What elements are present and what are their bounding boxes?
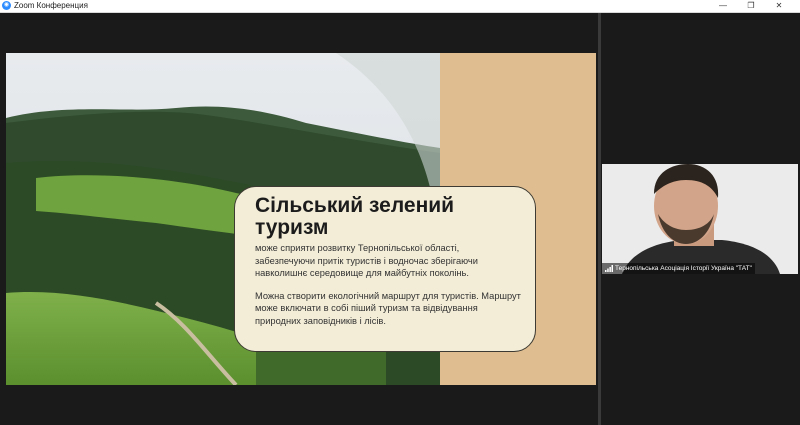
slide-title: Сільський зелений туризм (255, 194, 455, 239)
participant-name: Тернопільська Асоціація Історії Україна … (615, 265, 752, 272)
window-title: Zoom Конференция (14, 1, 88, 10)
shared-slide: Сільський зелений туризм може сприяти ро… (6, 53, 596, 385)
signal-bars-icon (605, 264, 613, 272)
participant-video (602, 164, 798, 274)
participant-video-tile[interactable]: Тернопільська Асоціація Історії Україна … (602, 164, 798, 274)
minimize-button[interactable]: — (712, 0, 734, 12)
text-card: Сільський зелений туризм може сприяти ро… (234, 186, 536, 352)
zoom-icon: ◉ (2, 1, 11, 10)
participant-name-label: Тернопільська Асоціація Історії Україна … (602, 263, 755, 274)
slide-paragraph-2: Можна створити екологічний маршрут для т… (255, 290, 521, 326)
window-titlebar: ◉ Zoom Конференция — ❐ ✕ (0, 0, 800, 13)
restore-button[interactable]: ❐ (740, 0, 762, 12)
close-button[interactable]: ✕ (768, 0, 790, 12)
slide-paragraph-1: може сприяти розвитку Тернопільської обл… (255, 243, 478, 278)
